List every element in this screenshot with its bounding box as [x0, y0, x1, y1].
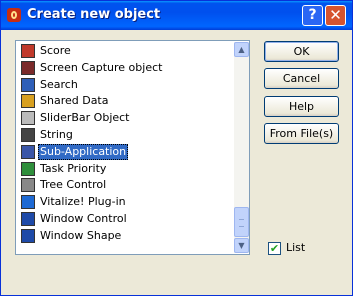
list-item-label: Screen Capture object — [40, 60, 163, 74]
close-button[interactable]: ✕ — [325, 5, 346, 26]
help-titlebar-button[interactable]: ? — [302, 5, 323, 26]
cancel-button[interactable]: Cancel — [264, 68, 339, 89]
slider-icon — [21, 111, 35, 126]
list-item[interactable]: Screen Capture object — [19, 60, 229, 77]
window-title: Create new object — [27, 7, 161, 22]
sub-application-icon — [21, 144, 35, 159]
ok-button[interactable]: OK — [264, 41, 339, 62]
string-icon — [21, 127, 35, 142]
list-item-label: Window Control — [40, 211, 127, 225]
vertical-scrollbar[interactable]: ▲ ▼ — [234, 42, 249, 253]
list-item-label: Sub-Application — [38, 143, 129, 160]
scroll-up-button[interactable]: ▲ — [234, 42, 249, 57]
list-item-label: Shared Data — [40, 94, 109, 108]
title-bar[interactable]: Create new object ? ✕ — [1, 1, 352, 30]
list-item-label: Tree Control — [40, 178, 107, 192]
list-item[interactable]: Window Control — [19, 211, 229, 228]
scroll-thumb[interactable] — [234, 207, 249, 237]
create-object-dialog: Create new object ? ✕ Score Screen Captur… — [0, 0, 353, 296]
list-item[interactable]: SliderBar Object — [19, 110, 229, 127]
list-item[interactable]: Window Shape — [19, 228, 229, 245]
list-item[interactable]: Shared Data — [19, 93, 229, 110]
list-item[interactable]: Score — [19, 43, 229, 60]
list-item-label: Task Priority — [40, 161, 107, 175]
score-icon — [21, 44, 35, 58]
list-item[interactable]: Tree Control — [19, 177, 229, 194]
scroll-down-button[interactable]: ▼ — [234, 238, 249, 253]
help-button[interactable]: Help — [264, 96, 339, 117]
camera-icon — [21, 60, 35, 75]
list-item-label: Search — [40, 77, 78, 91]
list-item[interactable]: String — [19, 127, 229, 144]
window-shape-icon — [21, 228, 35, 243]
list-item[interactable]: Vitalize! Plug-in — [19, 194, 229, 211]
from-files-button[interactable]: From File(s) — [264, 123, 339, 144]
list-item-label: Vitalize! Plug-in — [40, 195, 126, 209]
task-priority-icon — [21, 161, 35, 176]
list-item[interactable]: Search — [19, 77, 229, 94]
list-item[interactable]: Sub-Application — [19, 143, 229, 161]
shared-data-icon — [21, 94, 35, 109]
list-item-label: Window Shape — [40, 228, 122, 242]
plugin-icon — [21, 195, 35, 210]
list-checkbox-label[interactable]: List — [286, 241, 305, 254]
list-checkbox[interactable]: ✔ — [268, 242, 281, 255]
window-control-icon — [21, 211, 35, 226]
grip-icon — [239, 219, 244, 227]
list-item-label: Score — [40, 44, 71, 57]
object-type-list[interactable]: Score Screen Capture object Search Shared D… — [15, 40, 250, 255]
object-type-items: Score Screen Capture object Search Shared D… — [19, 43, 229, 245]
tree-control-icon — [21, 178, 35, 193]
app-icon — [7, 8, 21, 22]
search-icon — [21, 77, 35, 92]
list-item[interactable]: Task Priority — [19, 161, 229, 178]
list-item-label: String — [40, 127, 73, 141]
list-item-label: SliderBar Object — [40, 111, 130, 125]
